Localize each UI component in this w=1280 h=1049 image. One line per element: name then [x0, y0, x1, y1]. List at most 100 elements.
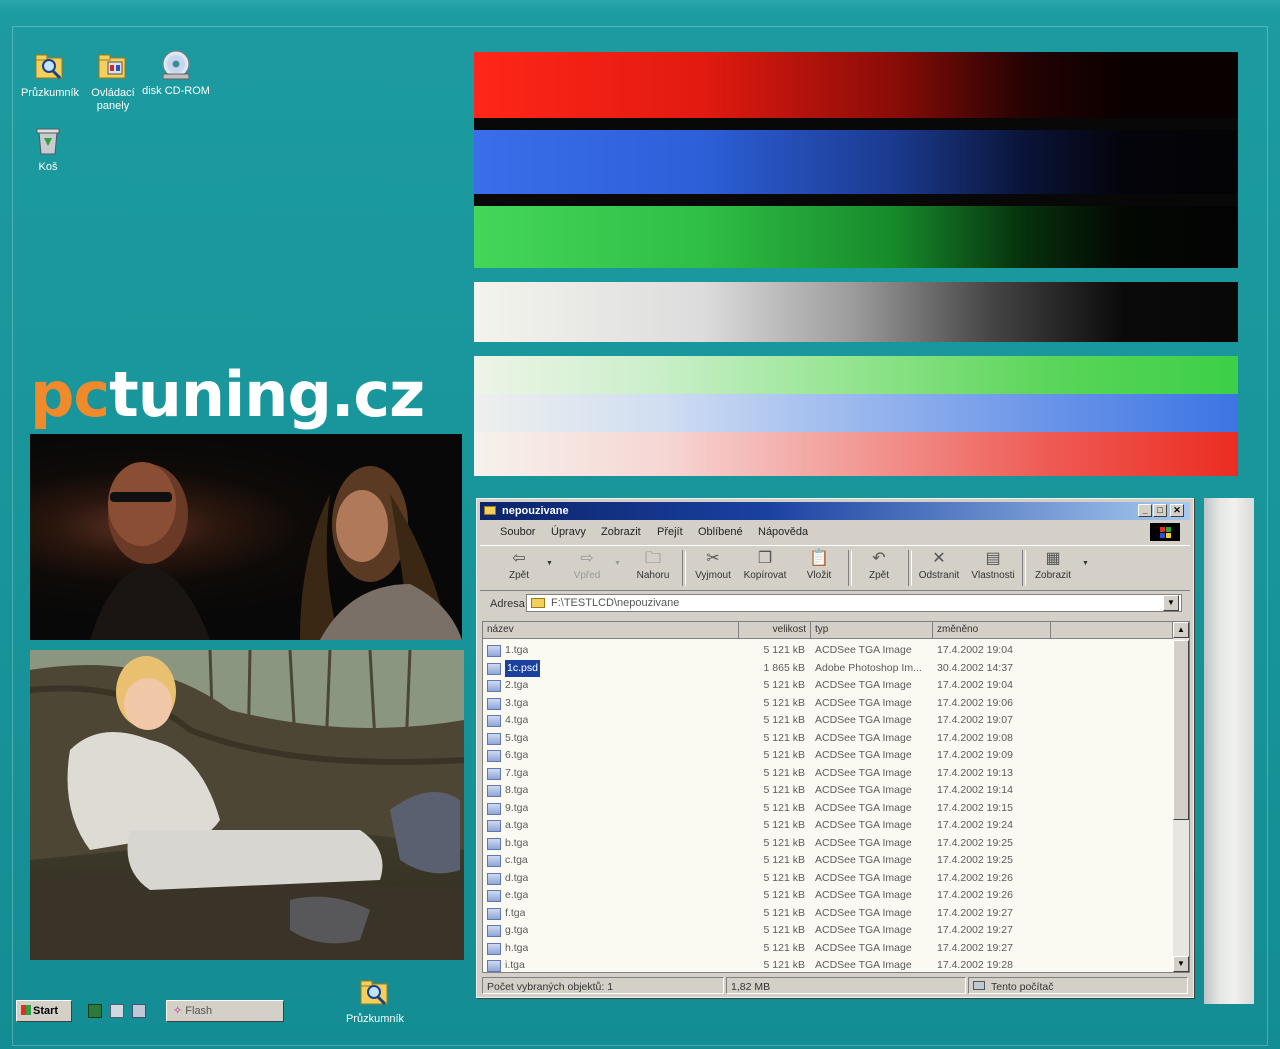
column-header-name[interactable]: název [483, 622, 739, 639]
quick-launch-explorer[interactable] [106, 1000, 126, 1022]
file-row[interactable]: 4.tga 5 121 kB ACDSee TGA Image 17.4.2002 1… [483, 712, 1173, 730]
light-red-gradient-bar [474, 432, 1238, 476]
status-selected-count: Počet vybraných objektů: 1 [482, 977, 724, 994]
file-row[interactable]: b.tga 5 121 kB ACDSee TGA Image 17.4.2002 1… [483, 835, 1173, 853]
toolbar-separator [908, 550, 912, 586]
file-row[interactable]: 1.tga 5 121 kB ACDSee TGA Image 17.4.2002 1… [483, 642, 1173, 660]
task-button-flash[interactable]: ✧ Flash [166, 1000, 284, 1022]
file-row[interactable]: 5.tga 5 121 kB ACDSee TGA Image 17.4.2002 1… [483, 730, 1173, 748]
file-row[interactable]: h.tga 5 121 kB ACDSee TGA Image 17.4.2002 1… [483, 940, 1173, 958]
toolbar-forward-button[interactable]: ⇨ Vpřed [562, 548, 612, 588]
menu-oblibene[interactable]: Oblíbené [698, 522, 743, 542]
toolbar-views-button[interactable]: ▦ Zobrazit [1028, 548, 1078, 588]
file-modified: 17.4.2002 19:09 [937, 749, 1013, 761]
desktop-icon-pruzkumnik-bottom[interactable]: Průzkumník [339, 976, 411, 1026]
file-name: 9.tga [505, 801, 529, 814]
file-modified: 17.4.2002 19:27 [937, 906, 1013, 919]
file-list: název velikost typ změněno 1.tga 5 121 kB… [482, 621, 1190, 973]
file-size: 5 121 kB [763, 749, 805, 761]
desktop-icon-label: Ovládací panely [91, 87, 135, 112]
scroll-thumb[interactable] [1173, 640, 1189, 820]
scroll-down-button[interactable]: ▼ [1173, 956, 1189, 972]
menu-upravy[interactable]: Úpravy [551, 522, 586, 542]
toolbar-paste-button[interactable]: 📋 Vložit [794, 548, 844, 588]
close-icon: ✕ [1173, 505, 1181, 515]
tga-file-icon [487, 767, 501, 780]
quick-launch-channels[interactable] [128, 1000, 148, 1022]
minimize-button[interactable]: _ [1138, 504, 1152, 517]
desktop-icon-ovladaci-panely[interactable]: Ovládací panely [77, 50, 149, 113]
file-modified: 17.4.2002 19:07 [937, 714, 1013, 726]
file-size: 5 121 kB [763, 644, 805, 656]
file-name: 8.tga [505, 784, 529, 796]
desktop-icon-kos[interactable]: Koš [12, 124, 84, 174]
file-name: g.tga [505, 924, 529, 936]
file-name: 2.tga [505, 679, 529, 691]
file-size: 5 121 kB [763, 836, 805, 849]
file-row[interactable]: 6.tga 5 121 kB ACDSee TGA Image 17.4.2002 1… [483, 747, 1173, 765]
menu-napoveda[interactable]: Nápověda [758, 522, 808, 542]
desktop-icon-cd-rom[interactable]: disk CD-ROM [140, 48, 212, 98]
scroll-up-button[interactable]: ▲ [1173, 622, 1189, 638]
file-row[interactable]: f.tga 5 121 kB ACDSee TGA Image 17.4.2002 1… [483, 905, 1173, 923]
quick-launch-desktop[interactable] [84, 1000, 104, 1022]
column-header-size[interactable]: velikost [739, 622, 811, 639]
file-modified: 17.4.2002 19:08 [937, 731, 1013, 744]
window-titlebar[interactable]: nepouzivane _ □ ✕ [480, 502, 1190, 520]
column-header-type[interactable]: typ [811, 622, 933, 639]
vertical-scrollbar[interactable]: ▲ ▼ [1173, 622, 1189, 972]
file-size: 5 121 kB [763, 801, 805, 814]
tga-file-icon [487, 820, 501, 832]
address-value: F:\TESTLCD\nepouzivane [551, 597, 680, 609]
views-dropdown-icon[interactable]: ▼ [1082, 560, 1089, 567]
file-row[interactable]: d.tga 5 121 kB ACDSee TGA Image 17.4.2002 1… [483, 870, 1173, 888]
file-row[interactable]: c.tga 5 121 kB ACDSee TGA Image 17.4.2002 1… [483, 852, 1173, 870]
toolbar-back-button[interactable]: ⇦ Zpět [494, 548, 544, 588]
address-dropdown-button[interactable]: ▼ [1163, 595, 1179, 611]
toolbar-cut-button[interactable]: ✂ Vyjmout [688, 548, 738, 588]
desktop-icon-pruzkumnik[interactable]: Průzkumník [14, 50, 86, 100]
file-row[interactable]: 1c.psd 1 865 kB Adobe Photoshop Im... 30.4.… [483, 659, 1173, 677]
file-row[interactable]: i.tga 5 121 kB ACDSee TGA Image 17.4.2002 1… [483, 957, 1173, 972]
file-row[interactable]: e.tga 5 121 kB ACDSee TGA Image 17.4.2002 1… [483, 887, 1173, 905]
file-row[interactable]: 8.tga 5 121 kB ACDSee TGA Image 17.4.2002 1… [483, 782, 1173, 800]
file-size: 5 121 kB [763, 906, 805, 919]
address-input[interactable]: F:\TESTLCD\nepouzivane ▼ [526, 594, 1182, 612]
toolbar-label: Zobrazit [1034, 570, 1072, 581]
toolbar-undo-button[interactable]: ↶ Zpět [854, 548, 904, 588]
file-row[interactable]: a.tga 5 121 kB ACDSee TGA Image 17.4.2002 1… [483, 817, 1173, 835]
file-row[interactable]: 3.tga 5 121 kB ACDSee TGA Image 17.4.2002 1… [483, 695, 1173, 713]
file-row[interactable]: g.tga 5 121 kB ACDSee TGA Image 17.4.2002 1… [483, 922, 1173, 940]
close-button[interactable]: ✕ [1170, 504, 1184, 517]
menu-zobrazit[interactable]: Zobrazit [601, 522, 641, 542]
tga-file-icon [487, 855, 501, 867]
file-modified: 17.4.2002 19:13 [937, 766, 1013, 779]
light-green-gradient-bar [474, 356, 1238, 394]
maximize-button[interactable]: □ [1153, 504, 1167, 517]
minimize-icon: _ [1142, 505, 1148, 515]
desktop-icon-label: disk CD-ROM [142, 85, 210, 97]
toolbar-delete-button[interactable]: ✕ Odstranit [914, 548, 964, 588]
toolbar-up-button[interactable]: 🗀 Nahoru [628, 548, 678, 588]
file-row[interactable]: 2.tga 5 121 kB ACDSee TGA Image 17.4.2002 1… [483, 677, 1173, 695]
file-row[interactable]: 7.tga 5 121 kB ACDSee TGA Image 17.4.2002 1… [483, 765, 1173, 783]
chevron-down-icon: ▼ [1177, 959, 1185, 968]
start-button[interactable]: Start [16, 1000, 72, 1022]
file-size: 5 121 kB [763, 784, 805, 796]
file-row[interactable]: 9.tga 5 121 kB ACDSee TGA Image 17.4.2002 1… [483, 800, 1173, 818]
toolbar-label: Vložit [806, 570, 832, 581]
file-name: e.tga [505, 889, 529, 901]
toolbar-properties-button[interactable]: ▤ Vlastnosti [968, 548, 1018, 588]
menu-soubor[interactable]: Soubor [500, 522, 535, 542]
file-size: 1 865 kB [763, 661, 805, 674]
file-size: 5 121 kB [763, 731, 805, 744]
forward-dropdown-icon[interactable]: ▼ [614, 560, 621, 567]
menu-prejit[interactable]: Přejít [657, 522, 683, 542]
file-type: ACDSee TGA Image [815, 889, 912, 901]
file-type: ACDSee TGA Image [815, 679, 912, 691]
back-dropdown-icon[interactable]: ▼ [546, 560, 553, 567]
toolbar-copy-button[interactable]: ❐ Kopírovat [740, 548, 790, 588]
column-header-modified[interactable]: změněno [933, 622, 1051, 639]
desktop-icon [88, 1004, 102, 1018]
tga-file-icon [487, 662, 501, 675]
